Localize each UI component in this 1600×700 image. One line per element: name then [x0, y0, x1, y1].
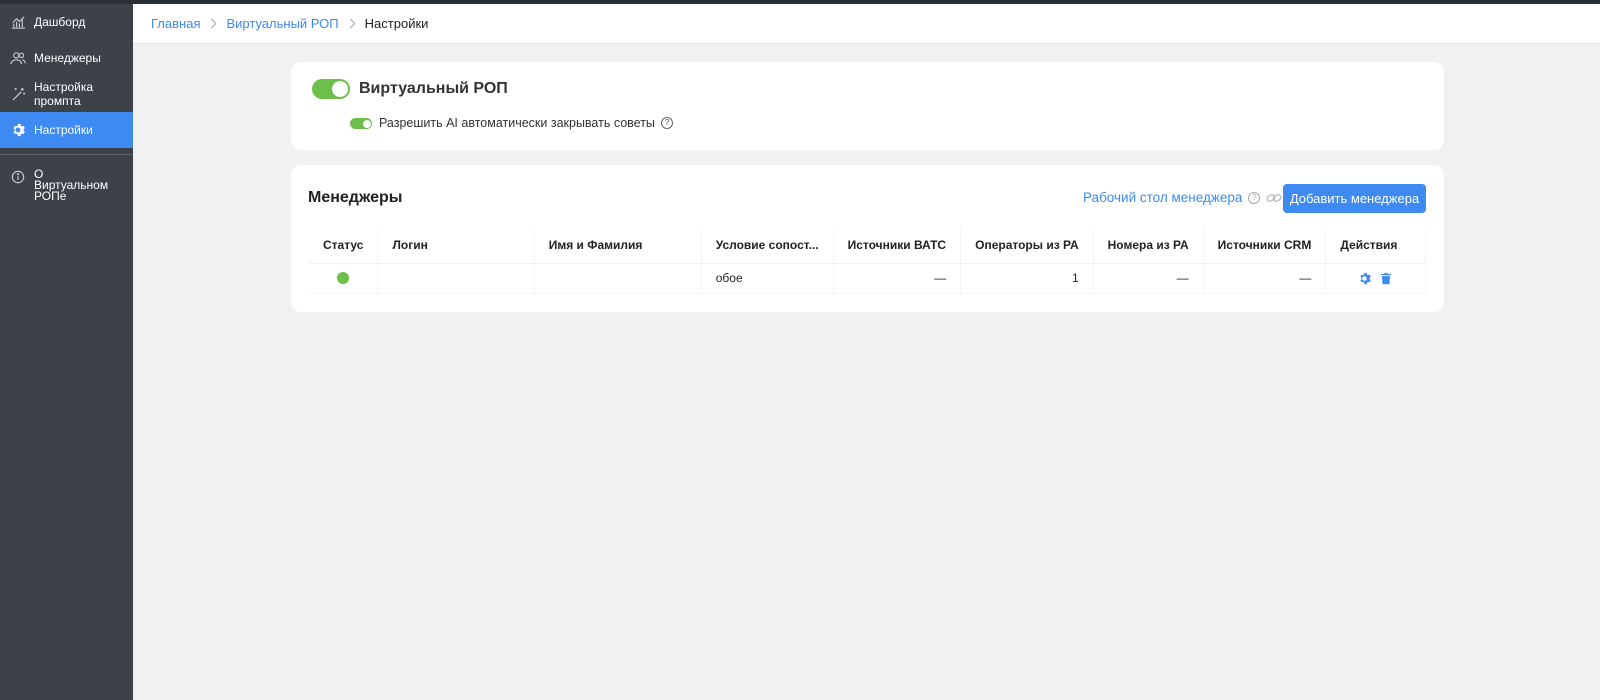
add-manager-button[interactable]: Добавить менеджера — [1283, 184, 1426, 213]
sidebar-item-label: Настройки — [34, 123, 93, 137]
managers-table: Статус Логин Имя и Фамилия Условие сопос… — [309, 228, 1426, 294]
trash-icon[interactable] — [1380, 272, 1393, 285]
sidebar: Дашборд Менеджеры Настройка промпта Наст… — [0, 4, 133, 700]
sidebar-item-prompt-settings[interactable]: Настройка промпта — [0, 76, 133, 112]
login-cell — [377, 263, 535, 294]
gear-icon — [10, 122, 26, 138]
crm-cell: — — [1203, 263, 1327, 294]
column-header-numbers[interactable]: Номера из РА — [1093, 228, 1204, 264]
column-header-actions: Действия — [1325, 228, 1426, 264]
column-header-operators[interactable]: Операторы из РА — [960, 228, 1094, 264]
managers-title: Менеджеры — [308, 189, 403, 206]
table-row[interactable]: обое — 1 — — — [309, 263, 1426, 294]
users-icon — [10, 50, 26, 66]
breadcrumb-virtual-rop[interactable]: Виртуальный РОП — [226, 16, 338, 31]
gear-icon[interactable] — [1358, 272, 1372, 285]
link-icon[interactable] — [1266, 192, 1282, 204]
toggle-knob — [362, 119, 371, 128]
managers-card: Менеджеры Рабочий стол менеджера ? Добав… — [291, 165, 1444, 312]
sidebar-item-about[interactable]: О Виртуальном РОПе — [0, 159, 133, 203]
sidebar-item-label: Менеджеры — [34, 51, 101, 65]
manager-desk-link-label: Рабочий стол менеджера — [1083, 190, 1243, 205]
toggle-knob — [332, 81, 348, 97]
sidebar-item-settings[interactable]: Настройки — [0, 112, 133, 148]
breadcrumb-home[interactable]: Главная — [151, 16, 200, 31]
chart-icon — [10, 14, 26, 30]
help-icon[interactable]: ? — [1248, 192, 1261, 204]
breadcrumb-current: Настройки — [364, 16, 429, 31]
auto-close-toggle[interactable] — [350, 118, 372, 129]
name-cell — [534, 263, 702, 294]
sidebar-item-label: О Виртуальном РОПе — [34, 167, 109, 203]
magic-wand-icon — [10, 86, 26, 102]
vats-cell: — — [833, 263, 962, 294]
sidebar-item-managers[interactable]: Менеджеры — [0, 40, 133, 76]
table-header-row: Статус Логин Имя и Фамилия Условие сопос… — [309, 228, 1426, 264]
numbers-cell: — — [1093, 263, 1204, 294]
sidebar-divider — [0, 154, 133, 155]
column-header-crm-sources[interactable]: Источники CRM — [1203, 228, 1327, 264]
chevron-right-icon — [348, 18, 356, 29]
column-header-status[interactable]: Статус — [309, 228, 379, 264]
column-header-vats-sources[interactable]: Источники ВАТС — [833, 228, 962, 264]
manager-desk-link[interactable]: Рабочий стол менеджера ? — [1083, 190, 1282, 206]
chevron-right-icon — [209, 18, 218, 29]
auto-close-label: Разрешить AI автоматически закрывать сов… — [379, 116, 655, 130]
condition-cell: обое — [701, 263, 834, 294]
virtual-rop-card: Виртуальный РОП Разрешить AI автоматичес… — [291, 62, 1444, 150]
column-header-name[interactable]: Имя и Фамилия — [534, 228, 702, 264]
actions-cell — [1325, 263, 1426, 294]
info-icon — [10, 169, 26, 185]
sidebar-item-dashboard[interactable]: Дашборд — [0, 4, 133, 40]
breadcrumb: Главная Виртуальный РОП Настройки — [133, 4, 1600, 44]
status-dot — [337, 272, 350, 284]
column-header-condition[interactable]: Условие сопост... — [701, 228, 834, 264]
sidebar-item-label: Дашборд — [34, 15, 86, 29]
operators-cell: 1 — [960, 263, 1094, 294]
sidebar-item-label: Настройка промпта — [34, 80, 94, 108]
status-cell — [309, 263, 379, 294]
auto-close-setting: Разрешить AI автоматически закрывать сов… — [379, 115, 673, 131]
virtual-rop-toggle[interactable] — [312, 79, 350, 99]
column-header-login[interactable]: Логин — [377, 228, 535, 264]
help-icon[interactable]: ? — [660, 117, 673, 129]
virtual-rop-title: Виртуальный РОП — [359, 80, 508, 97]
